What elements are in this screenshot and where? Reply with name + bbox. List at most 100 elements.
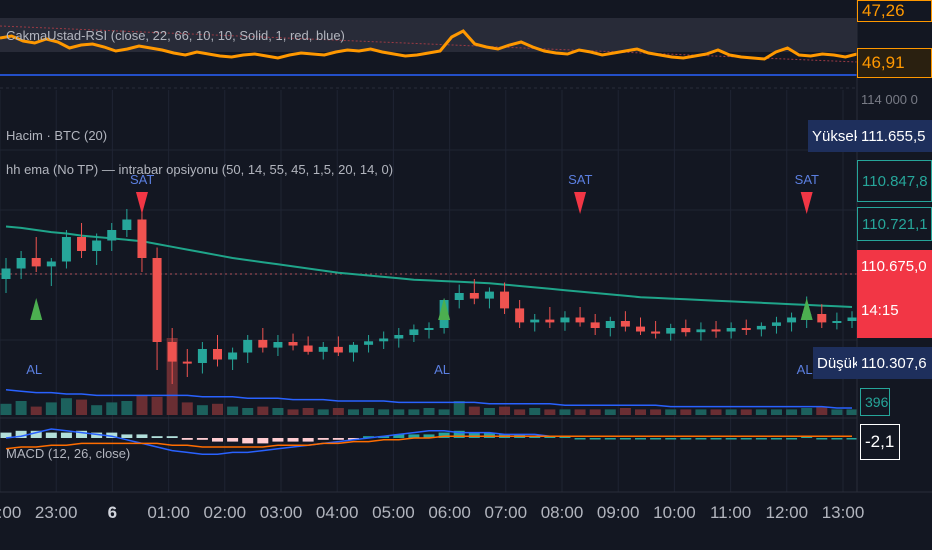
candle-body[interactable] (832, 321, 842, 323)
macd-histogram-bar (332, 438, 344, 440)
volume-bar (574, 409, 586, 415)
volume-bar (30, 406, 42, 415)
volume-bar (76, 399, 88, 415)
rsi-indicator-label[interactable]: CakmaUstad-RSI (close, 22, 66, 10, 10, S… (6, 28, 345, 43)
candle-body[interactable] (303, 345, 313, 352)
macd-value-tag: -2,1 (860, 424, 900, 460)
volume-indicator-label[interactable]: Hacim · BTC (20) (6, 128, 107, 143)
candle-body[interactable] (61, 237, 71, 262)
strategy-indicator-label[interactable]: hh ema (No TP) — intrabar opsiyonu (50, … (6, 162, 393, 177)
candle-body[interactable] (364, 341, 374, 345)
volume-bar (378, 409, 390, 415)
scale-top-label: 114 000 0 (861, 92, 918, 106)
candle-body[interactable] (469, 293, 479, 299)
candle-body[interactable] (107, 230, 117, 241)
candle-body[interactable] (182, 361, 192, 364)
macd-histogram-bar (619, 438, 631, 440)
macd-histogram-bar (725, 438, 737, 440)
macd-histogram-bar (710, 438, 722, 440)
volume-bar (755, 409, 767, 415)
candle-body[interactable] (379, 338, 389, 342)
candle-body[interactable] (741, 328, 751, 330)
volume-bar (604, 409, 616, 415)
buy-signal-label: AL (434, 362, 450, 377)
macd-histogram-bar (604, 438, 616, 440)
candle-body[interactable] (167, 342, 177, 362)
macd-histogram-bar (45, 432, 57, 438)
candle-body[interactable] (318, 346, 328, 352)
volume-bar (468, 406, 480, 415)
candle-body[interactable] (500, 291, 510, 309)
candle-body[interactable] (197, 349, 207, 363)
volume-bar (363, 408, 375, 415)
candle-body[interactable] (46, 261, 56, 267)
candle-body[interactable] (288, 342, 298, 346)
macd-histogram-bar (468, 432, 480, 438)
volume-bar (680, 409, 692, 415)
volume-bar (181, 402, 193, 415)
sell-signal-label: SAT (568, 172, 593, 187)
candle-body[interactable] (756, 325, 766, 330)
candle-body[interactable] (77, 237, 87, 251)
time-label: 6 (107, 503, 118, 522)
candle-body[interactable] (243, 339, 253, 353)
macd-histogram-bar (755, 438, 767, 440)
volume-bar (635, 409, 646, 415)
rsi-value-upper: 47,26 (857, 0, 932, 22)
candle-body[interactable] (484, 291, 494, 299)
volume-bar (423, 408, 435, 415)
candle-body[interactable] (711, 329, 721, 332)
candle-body[interactable] (817, 314, 827, 323)
candle-body[interactable] (424, 328, 434, 330)
candle-body[interactable] (228, 352, 238, 360)
candle-body[interactable] (348, 344, 358, 353)
candle-body[interactable] (515, 308, 525, 323)
candle-body[interactable] (454, 293, 464, 300)
candle-body[interactable] (771, 322, 781, 326)
candle-body[interactable] (620, 321, 630, 327)
candle-body[interactable] (122, 219, 132, 231)
candle-body[interactable] (590, 322, 600, 328)
candle-body[interactable] (530, 319, 540, 323)
candle-body[interactable] (394, 335, 404, 339)
candle-body[interactable] (31, 258, 41, 267)
candle-body[interactable] (545, 319, 555, 323)
candle-body[interactable] (258, 339, 268, 348)
low-label: Düşük (813, 347, 860, 379)
candle-body[interactable] (16, 258, 26, 269)
candle-body[interactable] (681, 328, 691, 333)
candle-body[interactable] (666, 328, 676, 334)
macd-histogram-bar (589, 438, 601, 440)
chart-canvas[interactable] (0, 0, 932, 550)
candle-body[interactable] (92, 240, 102, 252)
macd-histogram-bar (770, 438, 782, 440)
time-label: 09:00 (596, 503, 640, 522)
volume-bar (136, 395, 148, 415)
volume-bar (121, 401, 133, 415)
volume-bar (106, 402, 118, 415)
candle-body[interactable] (726, 328, 736, 332)
volume-bar (227, 406, 239, 415)
candle-body[interactable] (333, 346, 343, 353)
candle-body[interactable] (1, 268, 11, 280)
candle-body[interactable] (409, 329, 419, 335)
candle-body[interactable] (560, 317, 570, 323)
candle-body[interactable] (605, 321, 615, 328)
volume-bar (483, 408, 495, 415)
macd-histogram-bar (136, 434, 148, 438)
candle-body[interactable] (152, 258, 162, 342)
candle-body[interactable] (213, 349, 222, 360)
candle-body[interactable] (636, 326, 645, 332)
macd-indicator-label[interactable]: MACD (12, 26, close) (6, 446, 130, 461)
candle-body[interactable] (273, 342, 283, 348)
candle-body[interactable] (575, 317, 585, 323)
macd-histogram-bar (60, 432, 72, 438)
candle-body[interactable] (787, 317, 797, 323)
volume-bar (710, 409, 722, 415)
candle-body[interactable] (137, 219, 147, 259)
volume-bar (45, 402, 57, 415)
candle-body[interactable] (651, 331, 661, 334)
volume-bar (317, 409, 329, 415)
candle-body[interactable] (847, 317, 857, 322)
candle-body[interactable] (696, 329, 706, 333)
